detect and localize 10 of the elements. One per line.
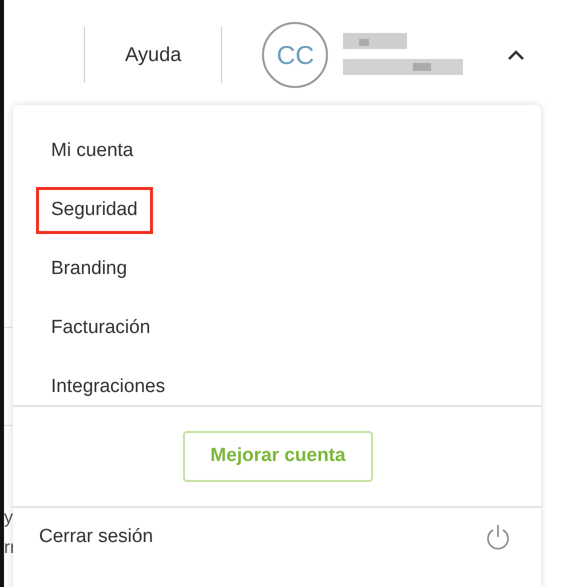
logout-link[interactable]: Cerrar sesión bbox=[39, 522, 154, 552]
power-icon[interactable] bbox=[485, 523, 511, 551]
background-text: y bbox=[4, 508, 13, 526]
menu-item[interactable]: Seguridad bbox=[36, 187, 153, 234]
help-link[interactable]: Ayuda bbox=[125, 40, 182, 70]
chevron-up-icon[interactable] bbox=[507, 49, 526, 61]
menu-item[interactable]: Integraciones bbox=[36, 364, 180, 411]
menu-item[interactable]: Mi cuenta bbox=[36, 128, 148, 175]
menu-item[interactable]: Facturación bbox=[36, 305, 166, 352]
menu-item[interactable]: Branding bbox=[36, 246, 142, 293]
